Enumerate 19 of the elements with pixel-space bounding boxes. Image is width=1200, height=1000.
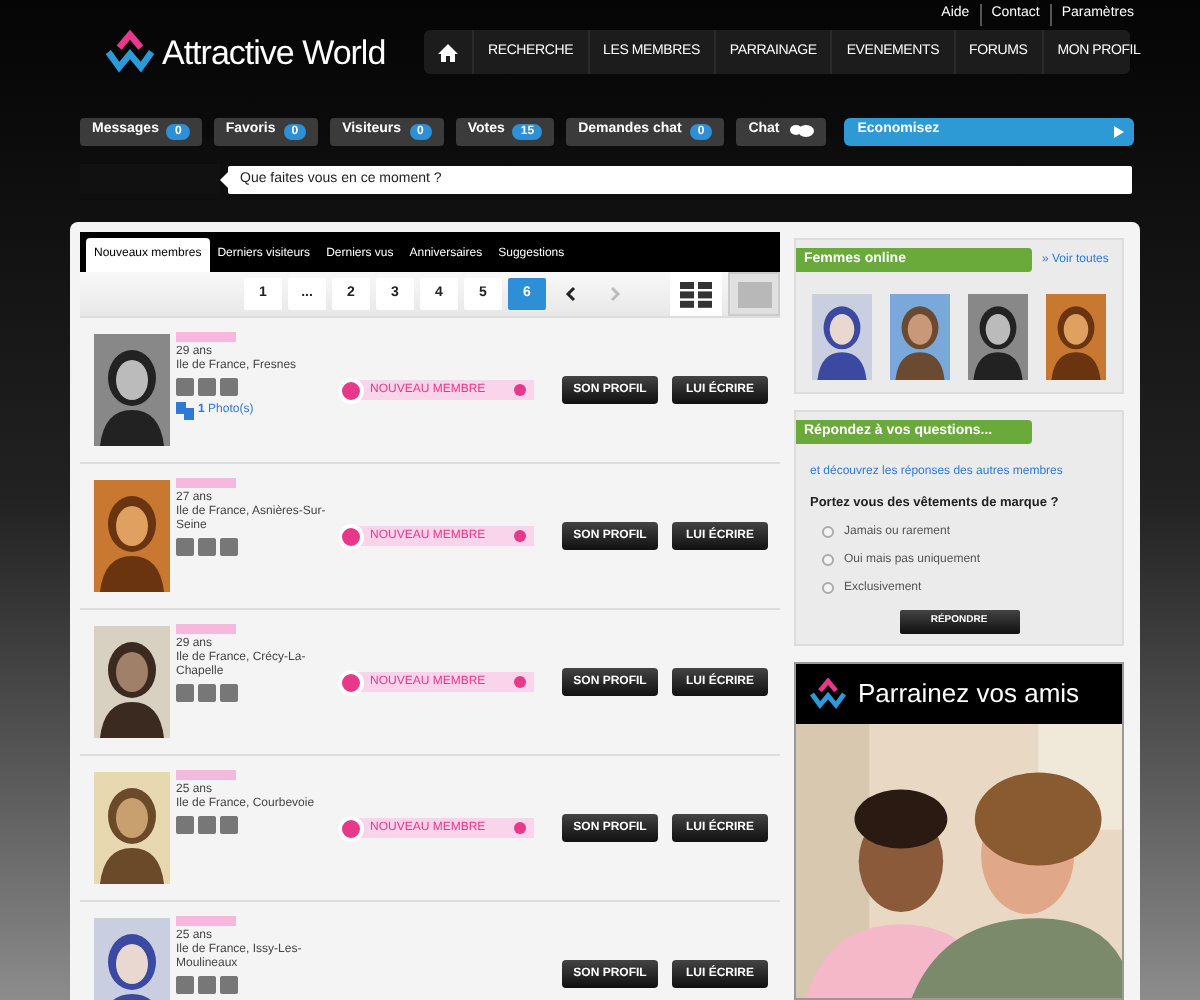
blurred-name xyxy=(176,916,236,926)
logo-icon xyxy=(808,677,848,710)
grid-view-button[interactable] xyxy=(670,272,722,316)
blurred-name xyxy=(176,770,236,780)
home-icon[interactable] xyxy=(438,43,458,62)
radio-button[interactable] xyxy=(822,582,834,595)
play-icon xyxy=(1114,125,1124,137)
blurred-name xyxy=(176,332,236,342)
logo-text: Attractive World xyxy=(162,31,386,75)
logo-icon xyxy=(104,30,156,75)
radio-button[interactable] xyxy=(822,554,834,567)
blurred-name xyxy=(176,478,236,488)
speech-bubbles-icon xyxy=(787,124,814,138)
photos-icon xyxy=(176,402,194,420)
blurred-name xyxy=(176,624,236,634)
square-icon xyxy=(737,281,771,307)
radio-button[interactable] xyxy=(822,526,834,539)
grid-icon xyxy=(680,281,712,307)
banner-title: Parrainez vos amis xyxy=(858,676,1080,712)
